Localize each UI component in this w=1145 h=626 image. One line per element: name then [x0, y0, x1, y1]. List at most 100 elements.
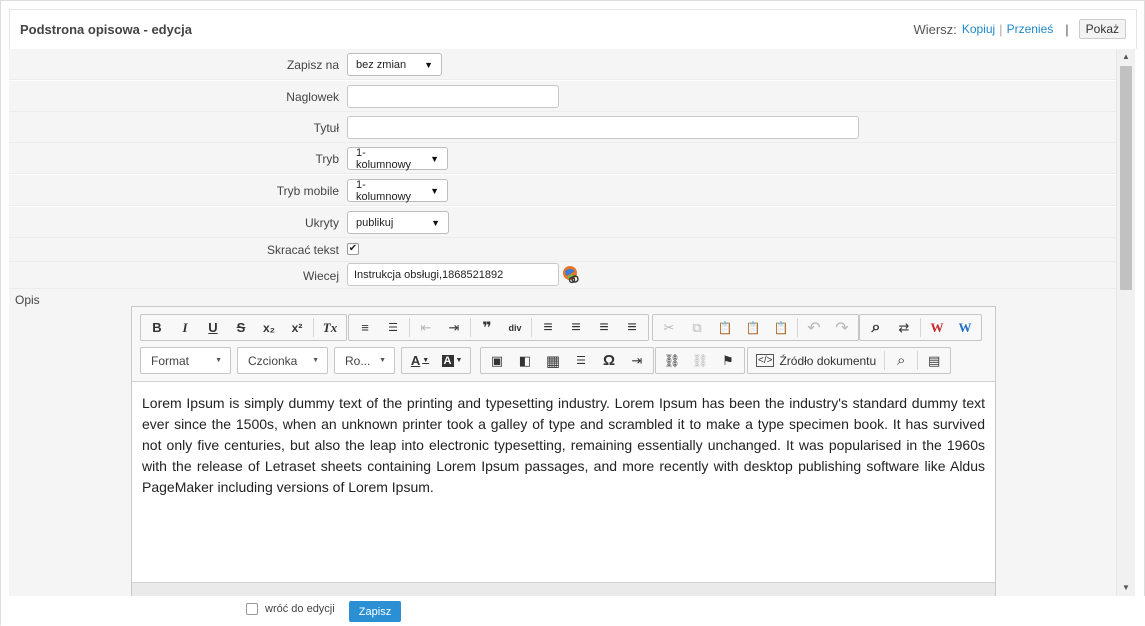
chevron-down-icon: ▼	[431, 217, 440, 228]
scroll-up-icon[interactable]: ▲	[1117, 49, 1135, 65]
blockquote-icon[interactable]: ❞	[473, 316, 501, 339]
toolbar-group-colors: A ▼ A ▼	[401, 347, 471, 374]
bold-icon[interactable]: B	[143, 316, 171, 339]
preview-icon[interactable]: ⌕	[887, 349, 915, 372]
shorten-checkbox[interactable]: ✔	[347, 243, 359, 255]
form-footer: wróć do edycji Zapisz	[1, 596, 1145, 626]
toolbar-separator	[920, 318, 921, 337]
indent-icon[interactable]: ⇥	[440, 316, 468, 339]
outdent-icon[interactable]: ⇤	[412, 316, 440, 339]
chevron-down-icon: ▼	[430, 153, 439, 164]
align-right-icon[interactable]: ≡	[590, 316, 618, 339]
copy-icon[interactable]: ⧉	[683, 316, 711, 339]
chevron-down-icon: ▼	[379, 357, 386, 364]
cut-icon[interactable]: ✂	[655, 316, 683, 339]
mode-value: 1-kolumnowy	[356, 146, 412, 171]
move-link[interactable]: Przenieś	[1007, 22, 1054, 36]
mode-label: Tryb	[315, 152, 339, 166]
source-icon: </>	[756, 354, 775, 367]
paste-text-icon[interactable]: 📋	[739, 316, 767, 339]
copy-link[interactable]: Kopiuj	[962, 22, 995, 36]
more-input[interactable]	[347, 263, 559, 286]
more-label: Wiecej	[302, 269, 339, 283]
link-icon[interactable]: ⛓	[658, 349, 686, 372]
horizontal-rule-icon[interactable]: ☰	[567, 349, 595, 372]
source-button[interactable]: </> Źródło dokumentu	[750, 349, 882, 372]
justify-icon[interactable]: ≡	[618, 316, 646, 339]
superscript-icon[interactable]: x²	[283, 316, 311, 339]
templates-icon[interactable]: ▤	[920, 349, 948, 372]
editor-content[interactable]: Lorem Ipsum is simply dummy text of the …	[142, 393, 985, 498]
editor-toolbar: B I U S x₂ x² Tx ≡ ☰ ⇤ ⇥ ❞ div ≡ ≡ ≡ ≡ ✂…	[132, 307, 995, 382]
row-save-to: Zapisz na bez zmian ▼	[9, 49, 1116, 80]
chevron-down-icon: ▼	[215, 357, 222, 364]
subscript-icon[interactable]: x₂	[255, 316, 283, 339]
align-left-icon[interactable]: ≡	[534, 316, 562, 339]
ordered-list-icon[interactable]: ≡	[351, 316, 379, 339]
title-input[interactable]	[347, 116, 859, 139]
image-icon[interactable]: ▣	[483, 349, 511, 372]
main-panel: Podstrona opisowa - edycja Wiersz: Kopiu…	[0, 0, 1145, 626]
scroll-thumb[interactable]	[1120, 66, 1132, 290]
special-char-icon[interactable]: Ω	[595, 349, 623, 372]
word-blue-icon[interactable]: W	[951, 316, 979, 339]
mode-select[interactable]: 1-kolumnowy ▼	[347, 146, 448, 171]
bullet-list-icon[interactable]: ☰	[379, 316, 407, 339]
save-to-select[interactable]: bez zmian ▼	[347, 53, 442, 76]
italic-icon[interactable]: I	[171, 316, 199, 339]
header-actions: Wiersz: Kopiuj | Przenieś | Pokaż	[913, 19, 1126, 39]
save-to-label: Zapisz na	[286, 58, 339, 72]
scroll-down-icon[interactable]: ▼	[1117, 580, 1135, 596]
word-red-icon[interactable]: W	[923, 316, 951, 339]
toolbar-group-editing: ⌕ ⇄ W W	[859, 314, 982, 341]
create-div-icon[interactable]: div	[501, 316, 529, 339]
toolbar-group-document: </> Źródło dokumentu ⌕ ▤	[747, 347, 952, 374]
paste-word-icon[interactable]: 📋	[767, 316, 795, 339]
bg-color-icon[interactable]: A ▼	[436, 349, 468, 372]
mode-mobile-select[interactable]: 1-kolumnowy ▼	[347, 179, 448, 203]
size-combo[interactable]: Ro... ▼	[334, 347, 395, 374]
undo-icon[interactable]: ↶	[800, 316, 828, 339]
show-button[interactable]: Pokaż	[1078, 19, 1126, 39]
unlink-icon[interactable]: ⛓	[686, 349, 714, 372]
globe-link-icon[interactable]	[562, 265, 580, 283]
table-icon[interactable]: ▦	[539, 349, 567, 372]
format-combo[interactable]: Format ▼	[140, 347, 231, 374]
anchor-icon[interactable]: ⚑	[714, 349, 742, 372]
hidden-label: Ukryty	[305, 216, 339, 230]
save-button[interactable]: Zapisz	[349, 601, 401, 622]
find-icon[interactable]: ⌕	[862, 316, 890, 339]
form-content: Zapisz na bez zmian ▼ Naglowek Tytuł Try…	[9, 49, 1116, 596]
toolbar-separator	[531, 318, 532, 337]
remove-format-icon[interactable]: Tx	[316, 316, 344, 339]
row-label: Wiersz:	[913, 21, 957, 37]
text-color-icon[interactable]: A ▼	[404, 349, 436, 372]
rich-text-editor: B I U S x₂ x² Tx ≡ ☰ ⇤ ⇥ ❞ div ≡ ≡ ≡ ≡ ✂…	[131, 306, 996, 596]
flash-icon[interactable]: ◧	[511, 349, 539, 372]
source-label: Źródło dokumentu	[779, 353, 877, 368]
font-combo-label: Czcionka	[248, 353, 298, 368]
return-to-edit-checkbox[interactable]	[246, 603, 258, 615]
chevron-down-icon: ▼	[430, 185, 439, 196]
replace-icon[interactable]: ⇄	[890, 316, 918, 339]
toolbar-group-clipboard: ✂ ⧉ 📋 📋 📋 ↶ ↷	[652, 314, 859, 341]
strike-icon[interactable]: S	[227, 316, 255, 339]
underline-icon[interactable]: U	[199, 316, 227, 339]
page-scrollbar[interactable]: ▲ ▼	[1116, 49, 1135, 596]
row-more: Wiecej	[9, 262, 1116, 289]
redo-icon[interactable]: ↷	[828, 316, 856, 339]
align-center-icon[interactable]: ≡	[562, 316, 590, 339]
paste-icon[interactable]: 📋	[711, 316, 739, 339]
hidden-select[interactable]: publikuj ▼	[347, 211, 449, 234]
page-break-icon[interactable]: ⇥	[623, 349, 651, 372]
toolbar-separator	[313, 318, 314, 337]
title-label: Tytuł	[313, 121, 339, 135]
page-header: Podstrona opisowa - edycja Wiersz: Kopiu…	[9, 9, 1137, 49]
font-combo[interactable]: Czcionka ▼	[237, 347, 328, 374]
heading-input[interactable]	[347, 85, 559, 108]
header-pipe: |	[1065, 21, 1069, 37]
chevron-down-icon: ▼	[312, 357, 319, 364]
chevron-down-icon: ▼	[424, 59, 433, 70]
toolbar-separator	[917, 351, 919, 370]
row-shorten: Skracać tekst ✔	[9, 238, 1116, 262]
